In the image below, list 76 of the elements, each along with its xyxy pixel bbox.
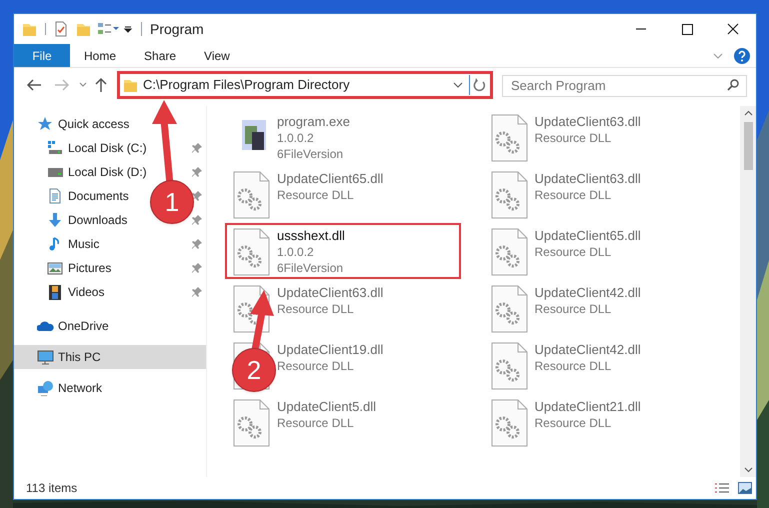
chevron-down-icon[interactable]: [453, 81, 463, 89]
scrollbar-thumb[interactable]: [744, 122, 752, 170]
ribbon-tab[interactable]: File: [14, 44, 70, 67]
file-name[interactable]: UpdateClient63.dll: [534, 171, 641, 187]
file-detail: Resource DLL: [277, 187, 355, 203]
help-icon[interactable]: [734, 48, 750, 64]
file-detail: Resource DLL: [277, 415, 355, 431]
properties-icon[interactable]: [54, 21, 68, 37]
nav-item[interactable]: Downloads: [14, 208, 132, 232]
forward-icon[interactable]: [54, 78, 70, 92]
scrollbar[interactable]: [740, 106, 756, 477]
file-name[interactable]: UpdateClient63.dll: [534, 114, 641, 130]
file-name[interactable]: UpdateClient42.dll: [534, 342, 641, 358]
star-icon: [37, 116, 54, 132]
file-detail: Resource DLL: [534, 358, 612, 374]
file-detail: Resource DLL: [534, 130, 612, 146]
dropdown-icon[interactable]: [123, 24, 133, 34]
pin-icon[interactable]: [192, 239, 202, 249]
pin-icon[interactable]: [192, 287, 202, 297]
picture-icon: [47, 260, 64, 276]
large-icons-view-icon[interactable]: [738, 482, 752, 494]
pin-icon[interactable]: [192, 143, 202, 153]
pin-icon[interactable]: [192, 215, 202, 225]
file-name[interactable]: UpdateClient42.dll: [534, 285, 641, 301]
ribbon-tab[interactable]: Home: [70, 44, 130, 67]
pin-icon[interactable]: [192, 191, 202, 201]
file-detail: 6FileVersion: [277, 146, 344, 162]
address-bar[interactable]: C:\Program Files\Program Directory: [117, 71, 493, 99]
file-name[interactable]: UpdateClient65.dll: [277, 171, 384, 187]
address-path: C:\Program Files\Program Directory: [143, 76, 350, 94]
computer-icon: [37, 349, 54, 365]
nav-item[interactable]: Network: [14, 376, 106, 400]
folder-icon: [123, 77, 137, 93]
file-name[interactable]: program.exe: [277, 114, 350, 130]
back-icon[interactable]: [26, 78, 42, 92]
file-detail: Resource DLL: [534, 301, 612, 317]
pin-icon[interactable]: [192, 167, 202, 177]
nav-item[interactable]: Local Disk (C:): [14, 136, 151, 160]
file-name[interactable]: UpdateClient5.dll: [277, 399, 376, 415]
nav-item[interactable]: Pictures: [14, 256, 116, 280]
file-detail: 6FileVersion: [277, 260, 344, 276]
up-icon[interactable]: [94, 77, 108, 93]
view-options-icon[interactable]: [97, 22, 119, 36]
file-detail: 1.0.0.2: [277, 244, 315, 260]
nav-item[interactable]: This PC: [14, 345, 206, 369]
download-icon: [47, 212, 64, 228]
nav-item[interactable]: Quick access: [14, 112, 134, 136]
search-field[interactable]: Search Program: [502, 74, 747, 96]
item-count: 113 items: [26, 480, 78, 497]
nav-item[interactable]: Local Disk (D:): [14, 160, 151, 184]
file-name[interactable]: ussshext.dll: [277, 228, 345, 244]
file-name[interactable]: UpdateClient19.dll: [277, 342, 384, 358]
pin-icon[interactable]: [192, 263, 202, 273]
file-detail: 1.0.0.2: [277, 130, 315, 146]
file-name[interactable]: UpdateClient65.dll: [534, 228, 641, 244]
ribbon-tab[interactable]: Share: [130, 44, 190, 67]
search-icon: [727, 79, 739, 91]
file-detail: Resource DLL: [534, 187, 612, 203]
network-icon: [37, 380, 54, 396]
nav-item[interactable]: Documents: [14, 184, 133, 208]
film-icon: [47, 284, 64, 300]
file-detail: Resource DLL: [277, 301, 355, 317]
file-name[interactable]: UpdateClient21.dll: [534, 399, 641, 415]
file-detail: Resource DLL: [534, 244, 612, 260]
nav-item[interactable]: OneDrive: [14, 314, 113, 338]
window-title: Program: [150, 20, 204, 39]
drive-icon: [47, 140, 64, 156]
nav-item[interactable]: Videos: [14, 280, 108, 304]
details-view-icon[interactable]: [714, 482, 730, 494]
expand-ribbon-icon[interactable]: [712, 50, 724, 60]
ribbon-tab[interactable]: View: [190, 44, 244, 67]
file-detail: Resource DLL: [534, 415, 612, 431]
file-name[interactable]: UpdateClient63.dll: [277, 285, 384, 301]
nav-item[interactable]: Music: [14, 232, 104, 256]
recent-locations-icon[interactable]: [78, 81, 88, 89]
file-detail: Resource DLL: [277, 358, 355, 374]
